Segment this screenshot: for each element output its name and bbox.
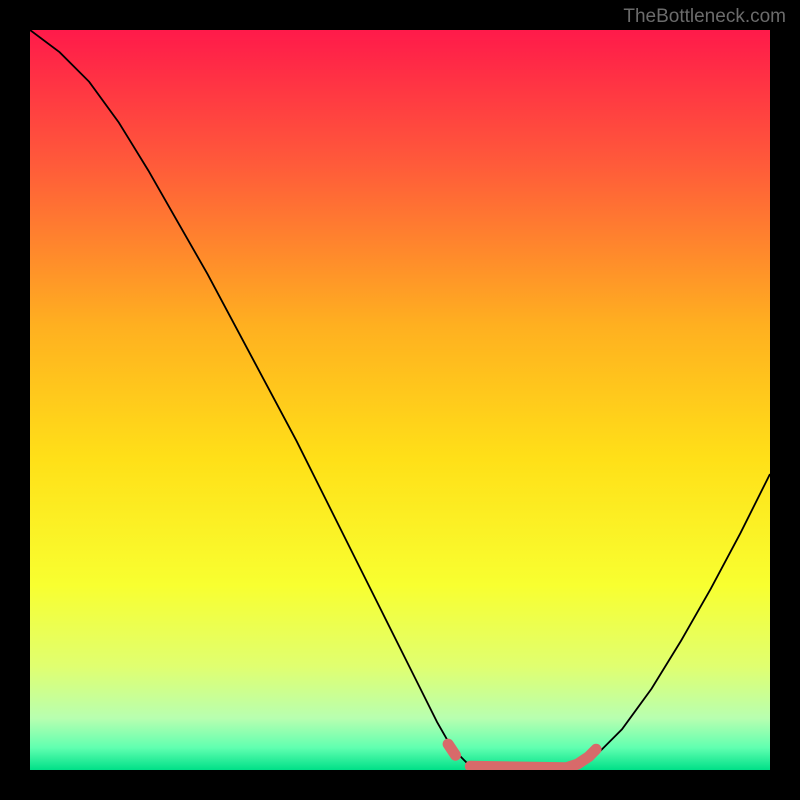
plot-area bbox=[30, 30, 770, 770]
watermark-text: TheBottleneck.com bbox=[623, 6, 786, 28]
chart-svg bbox=[30, 30, 770, 770]
highlight-segment bbox=[448, 744, 455, 755]
gradient-rect bbox=[30, 30, 770, 770]
